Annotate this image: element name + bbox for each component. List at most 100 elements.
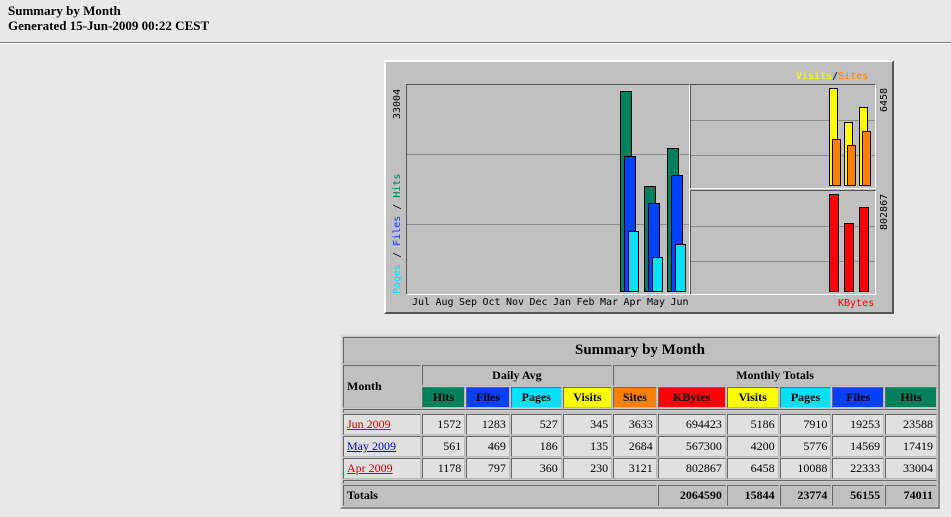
col-visits: Visits	[726, 387, 779, 408]
legend-visits: Visits	[796, 71, 833, 82]
cell: 6458	[726, 458, 779, 479]
graph-legend-left: Pages / Files / Hits	[392, 173, 403, 294]
page-title: Summary by Month	[8, 3, 121, 18]
legend-sites: Sites	[838, 71, 869, 82]
pages-bar	[675, 244, 686, 292]
report-header: Summary by Month Generated 15-Jun-2009 0…	[8, 3, 209, 33]
monthly-totals-header: Monthly Totals	[613, 365, 937, 386]
month-tick-label: Jun	[670, 297, 689, 308]
cell: 345	[562, 414, 613, 435]
month-link[interactable]: Jun 2009	[347, 417, 391, 431]
sites-bar	[847, 145, 856, 186]
daily-avg-header: Daily Avg	[421, 365, 613, 386]
visits-sites-panel	[690, 84, 876, 189]
cell: 527	[510, 414, 562, 435]
month-tick-label: Oct	[482, 297, 501, 308]
cell: 2684	[613, 436, 657, 457]
cell: 23588	[885, 414, 937, 435]
kbytes-panel	[690, 190, 876, 295]
cell: 230	[562, 458, 613, 479]
month-tick-label: Jul	[411, 297, 431, 308]
kbytes-max-label: 802867	[879, 193, 890, 230]
pages-bar	[651, 257, 663, 292]
cell: 19253	[832, 414, 885, 435]
cell: 561	[421, 436, 466, 457]
col-daily-hits: Hits	[421, 387, 466, 408]
header-divider	[0, 42, 951, 44]
totals-label: Totals	[343, 485, 657, 506]
month-tick-label: Mar	[599, 297, 619, 308]
total-files: 56155	[832, 485, 885, 506]
table-title: Summary by Month	[343, 337, 937, 364]
cell: 1178	[421, 458, 466, 479]
cell: 22333	[832, 458, 885, 479]
cell: 3121	[613, 458, 657, 479]
cell: 5186	[726, 414, 779, 435]
month-column-header: Month	[343, 365, 421, 408]
pages-bar	[628, 231, 639, 292]
kbytes-bar	[859, 207, 869, 292]
kbytes-bar	[844, 223, 854, 292]
month-tick-label: Apr	[623, 297, 642, 308]
col-pages: Pages	[779, 387, 832, 408]
sites-bar	[832, 139, 841, 186]
col-daily-files: Files	[466, 387, 510, 408]
sites-bar	[862, 131, 871, 186]
cell: 469	[466, 436, 510, 457]
month-tick-label: Sep	[458, 297, 478, 308]
cell: 360	[510, 458, 562, 479]
col-hits: Hits	[885, 387, 937, 408]
cell: 3633	[613, 414, 657, 435]
total-hits: 74011	[885, 485, 937, 506]
month-tick-label: Jan	[552, 297, 572, 308]
total-visits: 15844	[726, 485, 779, 506]
cell: 694423	[657, 414, 726, 435]
col-files: Files	[832, 387, 885, 408]
month-cell: Apr 2009	[343, 458, 421, 479]
cell: 4200	[726, 436, 779, 457]
cell: 10088	[779, 458, 832, 479]
col-kbytes: KBytes	[657, 387, 726, 408]
kbytes-label: KBytes	[838, 298, 875, 309]
month-cell: Jun 2009	[343, 414, 421, 435]
cell: 1572	[421, 414, 466, 435]
kbytes-bar	[829, 194, 839, 292]
cell: 797	[466, 458, 510, 479]
cell: 567300	[657, 436, 726, 457]
table-row: Jun 2009 1572 1283 527 345 3633 694423 5…	[343, 414, 937, 435]
cell: 17419	[885, 436, 937, 457]
monthly-usage-graph: Visits/Sites 33004 Pages / Files / Hits …	[384, 60, 894, 314]
cell: 802867	[657, 458, 726, 479]
month-link[interactable]: Apr 2009	[347, 461, 393, 475]
cell: 5776	[779, 436, 832, 457]
month-tick-label: Aug	[435, 297, 454, 308]
gridline	[407, 154, 689, 155]
table-row: May 2009 561 469 186 135 2684 567300 420…	[343, 436, 937, 457]
hits-files-pages-panel	[406, 84, 690, 295]
month-link[interactable]: May 2009	[347, 439, 396, 453]
month-tick-label: Nov	[505, 297, 525, 308]
generated-timestamp: Generated 15-Jun-2009 00:22 CEST	[8, 18, 210, 33]
totals-row: Totals 2064590 15844 23774 56155 74011	[343, 485, 937, 506]
cell: 186	[510, 436, 562, 457]
col-sites: Sites	[613, 387, 657, 408]
summary-table: Summary by Month Month Daily Avg Monthly…	[340, 334, 940, 509]
hits-max-label: 33004	[392, 88, 403, 119]
legend-pages: Pages	[392, 263, 403, 294]
legend-hits: Hits	[392, 173, 403, 198]
gridline	[691, 120, 875, 121]
month-cell: May 2009	[343, 436, 421, 457]
graph-legend-top: Visits/Sites	[796, 71, 869, 82]
legend-files: Files	[392, 215, 403, 246]
cell: 14569	[832, 436, 885, 457]
col-daily-visits: Visits	[562, 387, 613, 408]
month-tick-label: May	[646, 297, 666, 308]
visits-max-label: 6458	[879, 87, 890, 112]
cell: 135	[562, 436, 613, 457]
col-daily-pages: Pages	[510, 387, 562, 408]
cell: 33004	[885, 458, 937, 479]
month-tick-label: Feb	[576, 297, 595, 308]
total-pages: 23774	[779, 485, 832, 506]
table-row: Apr 2009 1178 797 360 230 3121 802867 64…	[343, 458, 937, 479]
month-tick-label: Dec	[529, 297, 548, 308]
